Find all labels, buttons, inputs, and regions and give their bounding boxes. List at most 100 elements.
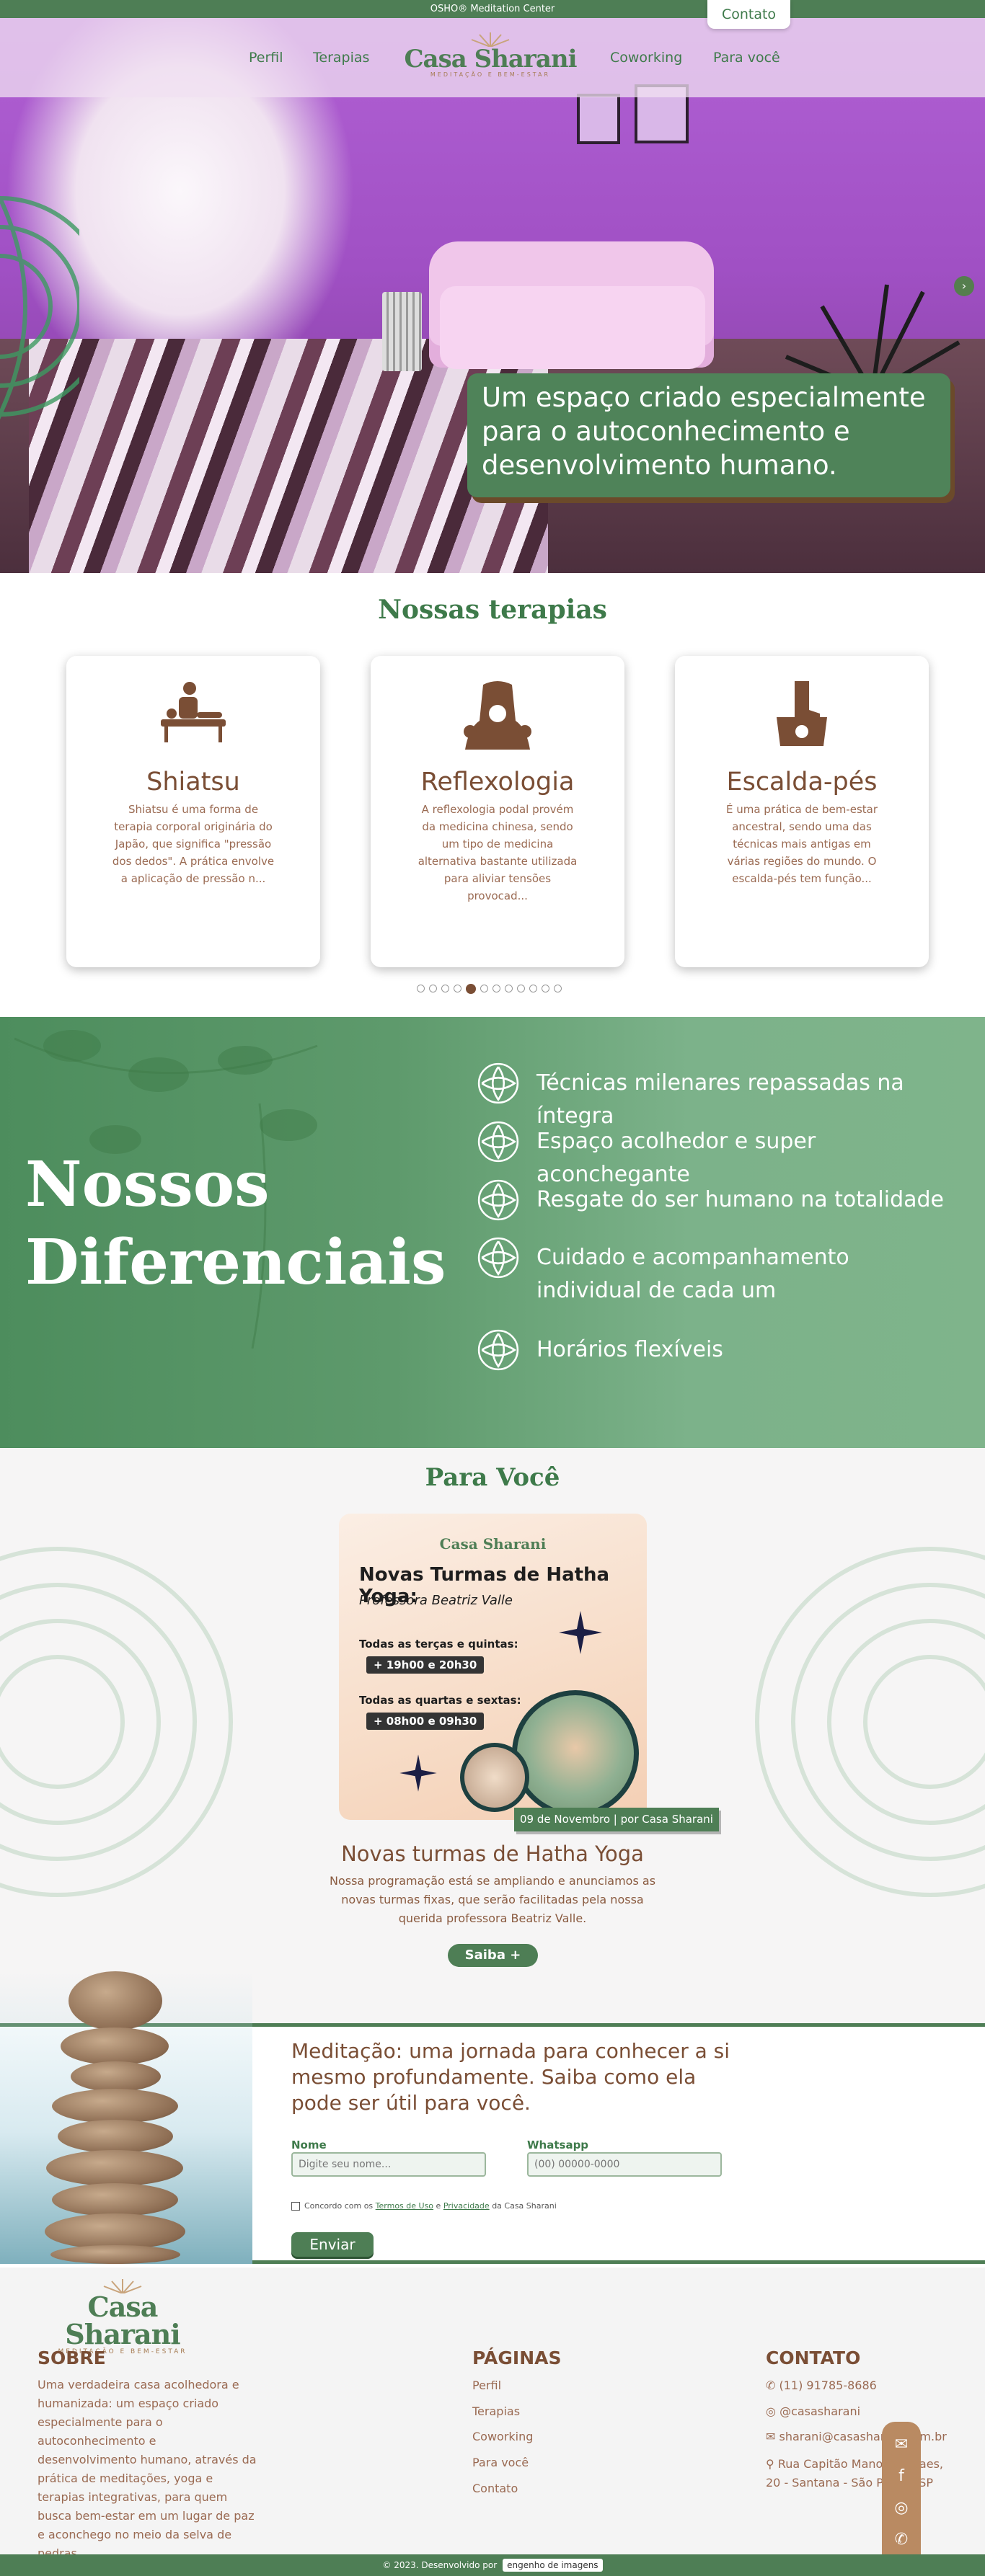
differential-text: Horários flexíveis [536,1337,723,1362]
footer-link-terapias[interactable]: Terapias [472,2404,520,2418]
lotus-icon [477,1329,519,1371]
wall-frame [577,94,620,144]
carousel-dot[interactable] [480,985,488,992]
footer-logo-name: Casa Sharani [65,2291,180,2350]
name-input[interactable] [291,2152,486,2177]
stones-photo [0,1971,252,2264]
main-nav: Perfil Terapias Casa Sharani MEDITAÇÃO E… [0,18,985,97]
whatsapp-icon[interactable]: ✆ [891,2530,911,2550]
nav-terapias[interactable]: Terapias [313,50,369,66]
massage-icon [161,682,226,742]
post-date-badge: 09 de Novembro | por Casa Sharani [514,1808,719,1831]
footer-address: ⚲ Rua Capitão Manoel Novaes, 20 - Santan… [766,2455,953,2492]
read-more-button[interactable]: Saiba + [448,1944,538,1967]
carousel-dot[interactable] [441,985,449,992]
instagram-icon[interactable]: ◎ [891,2498,911,2518]
differential-item: Resgate do ser humano na totalidade [476,1179,959,1222]
carousel-dot[interactable] [517,985,525,992]
footer-instagram-text: @casasharani [779,2404,861,2418]
carousel-dot[interactable] [505,985,513,992]
bottom-bar: © 2023. Desenvolvido por engenho de image… [0,2554,985,2576]
carousel-dot[interactable] [417,985,425,992]
facebook-icon[interactable]: f [891,2466,911,2487]
post-slot2-label: Todas as quartas e sextas: [359,1694,521,1707]
whatsapp-label: Whatsapp [527,2138,589,2151]
lotus-icon [477,1121,519,1163]
therapy-card-escalda-pes[interactable]: Escalda-pés É uma prática de bem-estar a… [675,656,929,967]
differentials-title-line2: Diferenciais [25,1226,446,1299]
therapy-text: A reflexologia podal provém da medicina … [418,803,578,902]
top-bar: OSHO® Meditation Center [0,0,985,18]
email-open-icon[interactable]: ✉ [891,2435,911,2455]
post-image[interactable]: Casa Sharani Novas Turmas de Hatha Yoga:… [339,1514,647,1820]
post-slot2-time: + 08h00 e 09h30 [366,1713,485,1730]
consent-checkbox[interactable] [291,2202,300,2211]
footer-logo[interactable]: Casa Sharani MEDITAÇÃO E BEM-ESTAR [36,2278,209,2355]
form-heading: Meditação: uma jornada para conhecer a s… [291,2039,730,2115]
sparkle-icon [399,1754,437,1792]
differential-text: Espaço acolhedor e super aconchegante [536,1129,816,1187]
contact-button[interactable]: Contato [707,0,790,29]
mandala-ornament [755,1547,985,1897]
yoga-photo-small [460,1743,529,1812]
para-voce-title: Para Você [425,1463,560,1492]
lotus-icon [477,1062,519,1104]
footer-email-text: sharani@casasharani.com.br [779,2430,947,2443]
carousel-dot[interactable] [454,985,461,992]
footer-pages-title: PÁGINAS [472,2348,562,2368]
footer-link-contato[interactable]: Contato [472,2482,518,2495]
differential-item: Espaço acolhedor e super aconchegante [476,1121,959,1191]
therapy-card-reflexologia[interactable]: Reflexologia A reflexologia podal provém… [371,656,624,967]
footer-contact-title: CONTATO [766,2348,861,2368]
footer-instagram[interactable]: ◎ @casasharani [766,2404,860,2418]
therapy-text: É uma prática de bem-estar ancestral, se… [725,803,878,885]
differential-text: Resgate do ser humano na totalidade [536,1187,944,1212]
footer-link-para-voce[interactable]: Para você [472,2456,529,2469]
footer-about-title: SOBRE [37,2348,106,2368]
terms-link[interactable]: Termos de Uso [376,2201,433,2211]
post-excerpt: Nossa programação está se ampliando e an… [329,1874,656,1925]
post-teacher: Professora Beatriz Valle [359,1593,513,1608]
consent-and: e [436,2201,441,2211]
privacy-link[interactable]: Privacidade [443,2201,490,2211]
consent-prefix: Concordo com os [304,2201,374,2211]
mandala-ornament [0,196,79,420]
footer-about-text: Uma verdadeira casa acolhedora e humaniz… [37,2378,257,2560]
carousel-dot[interactable] [554,985,562,992]
lotus-icon [477,1237,519,1279]
map-pin-icon: ⚲ [766,2457,774,2471]
hero-heater [382,292,422,371]
therapy-card-shiatsu[interactable]: Shiatsu Shiatsu é uma forma de terapia c… [66,656,320,967]
differentials-title: Nossos Diferenciais [25,1146,446,1302]
consent-checkbox-row[interactable]: Concordo com os Termos de Uso e Privacid… [291,2201,557,2211]
carousel-dot[interactable] [529,985,537,992]
foot-bath-icon [777,681,827,746]
post-heading[interactable]: Novas turmas de Hatha Yoga [0,1842,985,1866]
hero-caption: Um espaço criado especialmente para o au… [467,373,950,497]
footer-link-perfil[interactable]: Perfil [472,2379,501,2392]
therapies-title: Nossas terapias [378,595,607,625]
top-bar-text: OSHO® Meditation Center [430,4,555,14]
name-label: Nome [291,2138,327,2151]
therapy-name: Shiatsu [146,768,240,796]
carousel-dots [417,984,562,995]
header-logo[interactable]: Casa Sharani MEDITAÇÃO E BEM-ESTAR [404,31,577,78]
footer-link-coworking[interactable]: Coworking [472,2430,533,2443]
differentials-title-line1: Nossos [25,1148,270,1221]
credit-brand[interactable]: engenho de imagens [503,2559,603,2572]
carousel-dot[interactable] [542,985,549,992]
nav-coworking[interactable]: Coworking [610,50,682,66]
carousel-dot[interactable] [429,985,437,992]
differential-text: Técnicas milenares repassadas na íntegra [536,1070,904,1129]
slider-next-arrow[interactable]: › [954,276,974,296]
whatsapp-input[interactable] [527,2152,722,2177]
foot-icon [464,681,531,750]
yoga-photo-large [512,1690,639,1817]
carousel-dot[interactable] [492,985,500,992]
submit-button[interactable]: Enviar [291,2232,374,2257]
footer-phone[interactable]: ✆ (11) 91785-8686 [766,2379,877,2392]
nav-para-voce[interactable]: Para você [713,50,780,66]
post-slot1-time: + 19h00 e 20h30 [366,1656,485,1674]
carousel-dot[interactable] [466,984,476,994]
nav-perfil[interactable]: Perfil [249,50,283,66]
